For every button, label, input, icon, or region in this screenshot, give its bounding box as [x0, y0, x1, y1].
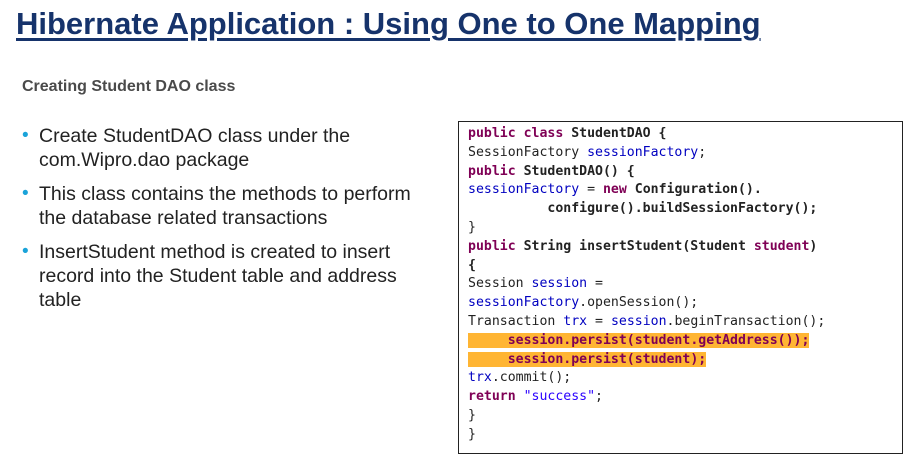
code-string: "success"	[523, 389, 596, 405]
code-line: }	[468, 219, 902, 238]
code-text: =	[579, 182, 603, 198]
code-type: SessionFactory	[468, 144, 588, 160]
bullet-dot-icon: •	[22, 125, 29, 146]
code-line: return "success";	[468, 388, 902, 407]
code-variable: sessionFactory	[587, 144, 699, 160]
code-block: public class StudentDAO { SessionFactory…	[458, 121, 903, 454]
code-text: }	[468, 219, 476, 235]
page-title: Hibernate Application : Using One to One…	[16, 6, 761, 41]
code-parameter: student	[753, 238, 810, 254]
code-line: session.persist(student);	[468, 351, 902, 370]
code-text: =	[587, 313, 611, 329]
code-text: {	[468, 257, 476, 273]
bullet-item: • InsertStudent method is created to ins…	[22, 240, 432, 312]
code-text: }	[468, 426, 476, 442]
code-keyword: new	[602, 182, 635, 198]
code-line: configure().buildSessionFactory();	[468, 200, 902, 219]
code-variable: session	[531, 276, 588, 292]
code-text: session.persist(student.getAddress());	[507, 332, 810, 348]
code-text: Configuration().	[634, 182, 762, 198]
bullet-text: InsertStudent method is created to inser…	[39, 241, 397, 311]
bullet-item: • This class contains the methods to per…	[22, 182, 432, 230]
code-text: ;	[698, 144, 707, 160]
section-subtitle: Creating Student DAO class	[22, 78, 236, 95]
code-line: }	[468, 426, 902, 445]
code-line: sessionFactory = new Configuration().	[468, 181, 902, 200]
code-line: }	[468, 407, 902, 426]
code-line: public StudentDAO() {	[468, 163, 902, 182]
code-text: configure().buildSessionFactory();	[547, 201, 818, 217]
code-text: )	[809, 238, 818, 254]
code-text: .beginTransaction();	[666, 313, 826, 329]
bullet-dot-icon: •	[22, 241, 29, 262]
code-line: Transaction trx = session.beginTransacti…	[468, 313, 902, 332]
code-variable: sessionFactory	[468, 295, 580, 311]
code-variable: trx	[468, 370, 492, 386]
code-text: }	[468, 407, 476, 423]
code-line: Session session =	[468, 275, 902, 294]
code-keyword: return	[468, 389, 524, 405]
code-line: public class StudentDAO {	[468, 125, 902, 144]
bullet-list: • Create StudentDAO class under the com.…	[22, 124, 432, 322]
bullet-dot-icon: •	[22, 183, 29, 204]
code-line: trx.commit();	[468, 369, 902, 388]
code-text: session.persist(student);	[507, 351, 707, 367]
bullet-item: • Create StudentDAO class under the com.…	[22, 124, 432, 172]
code-text: ;	[595, 389, 603, 405]
code-type: Session	[468, 276, 532, 292]
code-text: .commit();	[491, 370, 572, 386]
code-text: String insertStudent(Student	[523, 238, 754, 254]
code-text: .openSession();	[579, 295, 699, 311]
code-variable: sessionFactory	[468, 182, 580, 198]
code-keyword: public class	[468, 126, 572, 141]
code-line: SessionFactory sessionFactory;	[468, 144, 902, 163]
code-variable: trx	[563, 313, 588, 329]
code-text: StudentDAO() {	[523, 163, 635, 179]
code-line: session.persist(student.getAddress());	[468, 332, 902, 351]
code-text: =	[587, 276, 603, 292]
code-keyword: public	[468, 163, 524, 179]
code-line: public String insertStudent(Student stud…	[468, 238, 902, 257]
code-line: {	[468, 257, 902, 276]
code-variable: session	[610, 313, 667, 329]
code-highlight: session.persist(student);	[468, 351, 707, 367]
bullet-text: Create StudentDAO class under the com.Wi…	[39, 125, 351, 171]
code-keyword: public	[468, 238, 524, 254]
code-type: Transaction	[468, 313, 564, 329]
code-line: sessionFactory.openSession();	[468, 294, 902, 313]
code-highlight: session.persist(student.getAddress());	[468, 332, 810, 348]
code-text: StudentDAO {	[571, 126, 667, 141]
bullet-text: This class contains the methods to perfo…	[39, 183, 411, 229]
